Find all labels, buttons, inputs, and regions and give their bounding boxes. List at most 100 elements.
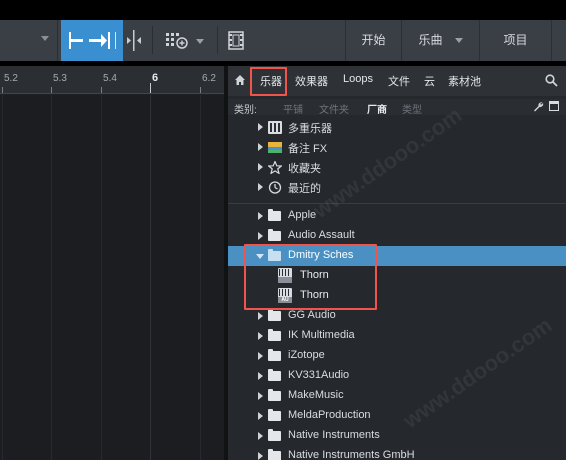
list-item-label: IK Multimedia xyxy=(288,329,355,341)
list-item-label: MeldaProduction xyxy=(288,409,371,421)
list-item[interactable]: 最近的 xyxy=(228,177,566,197)
chevron-down-icon xyxy=(41,36,49,41)
tab-cloud[interactable]: 云 xyxy=(424,73,435,89)
folder-icon xyxy=(268,229,281,241)
nav-project-label: 项目 xyxy=(503,33,528,47)
folder-icon xyxy=(268,309,281,321)
filter-vendor[interactable]: 厂商 xyxy=(367,101,387,116)
list-item-label: Native Instruments GmbH xyxy=(288,449,415,460)
folder-icon xyxy=(268,449,281,460)
split-tool-button[interactable] xyxy=(124,20,144,61)
toolbar-divider xyxy=(217,26,218,54)
film-icon xyxy=(228,31,244,50)
daw-window: 开始 乐曲 项目 5.2 5.3 5.4 6 6.2 乐器 效果器 Loops xyxy=(0,0,566,460)
list-item-label: MakeMusic xyxy=(288,389,344,401)
list-item-label: GG Audio xyxy=(288,309,336,321)
chevron-right-icon[interactable] xyxy=(258,432,263,440)
list-item[interactable]: Native Instruments xyxy=(228,426,566,446)
filter-bar: 类别: 平铺 文件夹 厂商 类型 xyxy=(228,99,566,116)
list-item[interactable]: KV331Audio xyxy=(228,366,566,386)
wrench-icon[interactable] xyxy=(533,101,544,112)
chevron-right-icon[interactable] xyxy=(258,212,263,220)
arrange-area[interactable] xyxy=(0,95,224,460)
list-item[interactable]: 收藏夹 xyxy=(228,157,566,177)
toolbar-dropdown[interactable] xyxy=(0,20,58,61)
ruler-tick xyxy=(101,87,102,93)
list-item-label: KV331Audio xyxy=(288,369,350,381)
tab-pool[interactable]: 素材池 xyxy=(448,73,481,89)
list-item[interactable]: iZotope xyxy=(228,346,566,366)
tab-files[interactable]: 文件 xyxy=(388,73,410,89)
nav-start-button[interactable]: 开始 xyxy=(345,20,401,61)
grid-plus-icon xyxy=(166,33,204,49)
search-icon[interactable] xyxy=(545,74,558,87)
folder-icon xyxy=(268,349,281,361)
browser-panel: 乐器 效果器 Loops 文件 云 素材池 类别: 平铺 文件夹 厂商 类型 多… xyxy=(228,66,566,460)
ruler-tick xyxy=(200,87,201,93)
folder-icon xyxy=(268,369,281,381)
folder-icon xyxy=(268,429,281,441)
list-item-label: Audio Assault xyxy=(288,229,355,241)
range-tool-button[interactable] xyxy=(61,20,123,61)
grid-options-button[interactable] xyxy=(160,20,208,61)
chevron-right-icon[interactable] xyxy=(258,372,263,380)
ruler-tick xyxy=(150,83,151,93)
nav-project-button[interactable]: 项目 xyxy=(479,20,551,61)
grid-line xyxy=(200,95,201,460)
home-icon[interactable] xyxy=(234,74,246,86)
chevron-right-icon[interactable] xyxy=(258,183,263,191)
list-item[interactable]: 备注 FX xyxy=(228,137,566,157)
chevron-right-icon[interactable] xyxy=(258,412,263,420)
chevron-right-icon[interactable] xyxy=(258,143,263,151)
list-item[interactable]: Audio Assault xyxy=(228,226,566,246)
callout-box xyxy=(244,244,377,310)
nav-start-label: 开始 xyxy=(361,33,386,47)
note-fx-icon xyxy=(268,142,282,153)
filter-folder[interactable]: 文件夹 xyxy=(319,101,349,116)
list-item[interactable]: MeldaProduction xyxy=(228,406,566,426)
ruler-tick xyxy=(2,87,3,93)
ruler-label: 6 xyxy=(152,72,159,84)
list-item[interactable]: Apple xyxy=(228,206,566,226)
grid-line xyxy=(150,95,151,460)
ruler-tick xyxy=(51,87,52,93)
folder-icon xyxy=(268,389,281,401)
range-tool-icon xyxy=(69,32,116,49)
list-item-label: 收藏夹 xyxy=(288,163,321,175)
list-item[interactable]: 多重乐器 xyxy=(228,117,566,137)
tab-effects[interactable]: 效果器 xyxy=(295,73,328,89)
list-item-label: 备注 FX xyxy=(288,143,328,155)
toolbar-edge xyxy=(551,20,566,61)
tab-loops[interactable]: Loops xyxy=(343,73,373,85)
multi-instrument-icon xyxy=(268,121,282,134)
list-item[interactable]: IK Multimedia xyxy=(228,326,566,346)
chevron-right-icon[interactable] xyxy=(258,332,263,340)
ruler-label: 5.4 xyxy=(103,73,117,84)
folder-icon xyxy=(268,329,281,341)
ruler-label: 5.3 xyxy=(53,73,67,84)
list-item-label: Native Instruments xyxy=(288,429,380,441)
split-icon xyxy=(127,30,141,51)
list-item[interactable]: Native Instruments GmbH xyxy=(228,446,566,460)
chevron-right-icon[interactable] xyxy=(258,452,263,460)
grid-line xyxy=(2,95,3,460)
list-item-label: iZotope xyxy=(288,349,325,361)
clock-icon xyxy=(268,181,282,194)
chevron-right-icon[interactable] xyxy=(258,123,263,131)
ruler-label: 6.2 xyxy=(202,73,216,84)
chevron-right-icon[interactable] xyxy=(258,352,263,360)
filter-type[interactable]: 类型 xyxy=(402,101,422,116)
list-item[interactable]: MakeMusic xyxy=(228,386,566,406)
panel-layout-icon[interactable] xyxy=(549,101,559,111)
filter-label: 类别: xyxy=(234,105,257,116)
filter-flat[interactable]: 平铺 xyxy=(283,101,303,116)
video-button[interactable] xyxy=(224,20,248,61)
toolbar-divider xyxy=(152,26,153,54)
chevron-right-icon[interactable] xyxy=(258,232,263,240)
chevron-right-icon[interactable] xyxy=(258,163,263,171)
nav-song-button[interactable]: 乐曲 xyxy=(401,20,479,61)
chevron-right-icon[interactable] xyxy=(258,312,263,320)
timeline-ruler[interactable]: 5.2 5.3 5.4 6 6.2 xyxy=(0,66,224,94)
nav-song-label: 乐曲 xyxy=(418,33,443,47)
chevron-right-icon[interactable] xyxy=(258,392,263,400)
